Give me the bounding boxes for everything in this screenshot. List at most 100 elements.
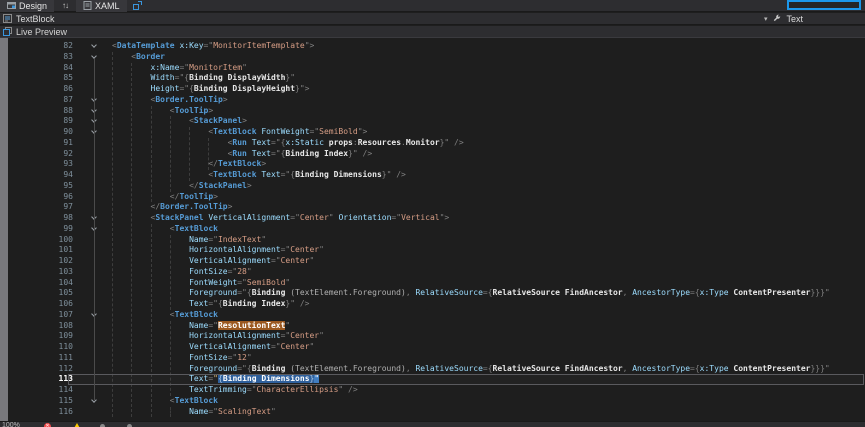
code-text: <Border.ToolTip> [112, 95, 228, 106]
fold-margin [73, 181, 112, 192]
code-line[interactable]: 97 </Border.ToolTip> [0, 202, 865, 213]
line-number[interactable]: 84 [8, 63, 73, 74]
code-line[interactable]: 107 <TextBlock [0, 310, 865, 321]
code-line[interactable]: 88 <ToolTip> [0, 106, 865, 117]
line-number[interactable]: 111 [8, 353, 73, 364]
code-line[interactable]: 114 TextTrimming="CharacterEllipsis" /> [0, 385, 865, 396]
code-line[interactable]: 108 Name="ResolutionText" [0, 321, 865, 332]
code-line[interactable]: 94 <TextBlock Text="{Binding Dimensions}… [0, 170, 865, 181]
code-line[interactable]: 105 Foreground="{Binding (TextElement.Fo… [0, 288, 865, 299]
tab-xaml[interactable]: XAML [76, 0, 127, 12]
fold-margin [73, 288, 112, 299]
line-number[interactable]: 99 [8, 224, 73, 235]
code-text: TextTrimming="CharacterEllipsis" /> [112, 385, 358, 396]
line-number[interactable]: 85 [8, 73, 73, 84]
line-number[interactable]: 95 [8, 181, 73, 192]
code-editor[interactable]: 82<DataTemplate x:Key="MonitorItemTempla… [0, 38, 865, 421]
line-number[interactable]: 96 [8, 192, 73, 203]
line-number[interactable]: 88 [8, 106, 73, 117]
code-line[interactable]: 83 <Border [0, 52, 865, 63]
code-line[interactable]: 95 </StackPanel> [0, 181, 865, 192]
fold-margin [73, 73, 112, 84]
line-number[interactable]: 107 [8, 310, 73, 321]
code-line[interactable]: 103 FontSize="28" [0, 267, 865, 278]
line-number[interactable]: 100 [8, 235, 73, 246]
code-line[interactable]: 96 </ToolTip> [0, 192, 865, 203]
line-number[interactable]: 91 [8, 138, 73, 149]
code-line[interactable]: 101 HorizontalAlignment="Center" [0, 245, 865, 256]
line-number[interactable]: 113 [8, 374, 73, 385]
code-line[interactable]: 111 FontSize="12" [0, 353, 865, 364]
error-icon[interactable]: ✕ [44, 423, 51, 427]
line-number[interactable]: 82 [8, 41, 73, 52]
code-line[interactable]: 104 FontWeight="SemiBold" [0, 278, 865, 289]
line-number[interactable]: 86 [8, 84, 73, 95]
fold-margin [73, 310, 112, 321]
line-number[interactable]: 105 [8, 288, 73, 299]
code-line[interactable]: 116 Name="ScalingText" [0, 407, 865, 418]
code-line[interactable]: 98 <StackPanel VerticalAlignment="Center… [0, 213, 865, 224]
code-line[interactable]: 86 Height="{Binding DisplayHeight}"> [0, 84, 865, 95]
line-number[interactable]: 104 [8, 278, 73, 289]
fold-margin [73, 331, 112, 342]
code-line[interactable]: 112 Foreground="{Binding (TextElement.Fo… [0, 364, 865, 375]
line-number[interactable]: 116 [8, 407, 73, 418]
fold-margin [73, 116, 112, 127]
code-line[interactable]: 87 <Border.ToolTip> [0, 95, 865, 106]
code-line[interactable]: 109 HorizontalAlignment="Center" [0, 331, 865, 342]
line-number[interactable]: 101 [8, 245, 73, 256]
tab-xaml-label: XAML [95, 1, 120, 11]
code-line[interactable]: 91 <Run Text="{x:Static props:Resources.… [0, 138, 865, 149]
code-line[interactable]: 102 VerticalAlignment="Center" [0, 256, 865, 267]
popout-icon[interactable] [133, 1, 142, 10]
line-number[interactable]: 97 [8, 202, 73, 213]
line-number[interactable]: 114 [8, 385, 73, 396]
fold-margin [73, 321, 112, 332]
chevron-down-icon[interactable]: ▾ [764, 15, 768, 23]
code-line[interactable]: 106 Text="{Binding Index}" /> [0, 299, 865, 310]
code-line[interactable]: 85 Width="{Binding DisplayWidth}" [0, 73, 865, 84]
fold-chevron-icon[interactable] [91, 53, 97, 59]
line-number[interactable]: 110 [8, 342, 73, 353]
line-number[interactable]: 94 [8, 170, 73, 181]
code-line[interactable]: 90 <TextBlock FontWeight="SemiBold"> [0, 127, 865, 138]
code-line[interactable]: 93 </TextBlock> [0, 159, 865, 170]
line-number[interactable]: 90 [8, 127, 73, 138]
line-number[interactable]: 98 [8, 213, 73, 224]
live-preview-tab[interactable]: Live Preview [0, 26, 865, 38]
code-line[interactable]: 82<DataTemplate x:Key="MonitorItemTempla… [0, 41, 865, 52]
code-line[interactable]: 89 <StackPanel> [0, 116, 865, 127]
line-number[interactable]: 106 [8, 299, 73, 310]
code-text: Width="{Binding DisplayWidth}" [112, 73, 295, 84]
zoom-level-control[interactable]: 100% [2, 422, 20, 427]
code-line[interactable]: 115 <TextBlock [0, 396, 865, 407]
code-line[interactable]: 84 x:Name="MonitorItem" [0, 63, 865, 74]
code-line[interactable]: 110 VerticalAlignment="Center" [0, 342, 865, 353]
line-number[interactable]: 89 [8, 116, 73, 127]
code-line[interactable]: 92 <Run Text="{Binding Index}" /> [0, 149, 865, 160]
code-text: HorizontalAlignment="Center" [112, 245, 324, 256]
code-text: <ToolTip> [112, 106, 213, 117]
line-number[interactable]: 102 [8, 256, 73, 267]
breadcrumb-property[interactable]: Text [786, 14, 803, 24]
breadcrumb-element[interactable]: TextBlock [0, 14, 55, 24]
swap-panes-icon[interactable]: ↑↓ [54, 1, 76, 10]
tab-design[interactable]: Design [0, 0, 54, 12]
code-line[interactable]: 100 Name="IndexText" [0, 235, 865, 246]
line-number[interactable]: 108 [8, 321, 73, 332]
warning-icon[interactable] [73, 423, 81, 427]
fold-chevron-icon[interactable] [91, 42, 97, 48]
line-number[interactable]: 112 [8, 364, 73, 375]
line-number[interactable]: 93 [8, 159, 73, 170]
fold-margin [73, 192, 112, 203]
code-text: </StackPanel> [112, 181, 252, 192]
line-number[interactable]: 115 [8, 396, 73, 407]
code-text: Foreground="{Binding (TextElement.Foregr… [112, 288, 830, 299]
line-number[interactable]: 103 [8, 267, 73, 278]
code-line[interactable]: 99 <TextBlock [0, 224, 865, 235]
line-number[interactable]: 87 [8, 95, 73, 106]
line-number[interactable]: 83 [8, 52, 73, 63]
line-number[interactable]: 92 [8, 149, 73, 160]
line-number[interactable]: 109 [8, 331, 73, 342]
fold-margin [73, 385, 112, 396]
